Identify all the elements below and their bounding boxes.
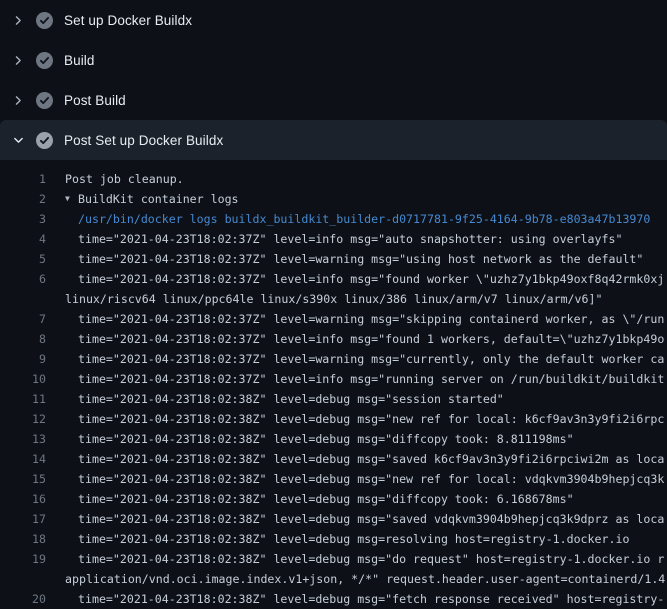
log-line-text: time="2021-04-23T18:02:37Z" level=info m… — [78, 269, 664, 289]
log-line: 13 time="2021-04-23T18:02:38Z" level=deb… — [0, 429, 667, 449]
log-line-number[interactable]: 18 — [0, 529, 46, 549]
log-line-text: time="2021-04-23T18:02:38Z" level=debug … — [78, 389, 504, 409]
log-line: 18 time="2021-04-23T18:02:38Z" level=deb… — [0, 529, 667, 549]
log-line: application/vnd.oci.image.index.v1+json,… — [0, 569, 667, 589]
step-label: Post Set up Docker Buildx — [64, 133, 223, 148]
log-line-number[interactable]: 7 — [0, 309, 46, 329]
log-line: 10 time="2021-04-23T18:02:37Z" level=inf… — [0, 369, 667, 389]
log-line-number[interactable] — [0, 289, 46, 309]
log-pane: 1 Post job cleanup. 2 ▼ BuildKit contain… — [0, 160, 667, 609]
log-line-text: BuildKit container logs — [78, 189, 239, 209]
log-line-number[interactable]: 10 — [0, 369, 46, 389]
chevron-down-icon — [12, 134, 25, 147]
log-line: 12 time="2021-04-23T18:02:38Z" level=deb… — [0, 409, 667, 429]
log-line-number[interactable]: 4 — [0, 229, 46, 249]
log-line-number[interactable]: 20 — [0, 589, 46, 609]
log-line-text: time="2021-04-23T18:02:37Z" level=info m… — [78, 229, 622, 249]
steps-list: Set up Docker Buildx Build Post Buil — [0, 0, 667, 160]
step-label: Post Build — [64, 93, 126, 108]
log-line-number[interactable]: 13 — [0, 429, 46, 449]
step-row-build[interactable]: Build — [0, 40, 667, 80]
check-circle-icon — [36, 132, 53, 149]
log-line: 14 time="2021-04-23T18:02:38Z" level=deb… — [0, 449, 667, 469]
log-line: 6 time="2021-04-23T18:02:37Z" level=info… — [0, 269, 667, 289]
log-line-number[interactable]: 11 — [0, 389, 46, 409]
chevron-right-icon — [12, 14, 25, 27]
log-line-text: time="2021-04-23T18:02:38Z" level=debug … — [78, 409, 664, 429]
log-line-number[interactable]: 1 — [0, 169, 46, 189]
log-line-number[interactable]: 19 — [0, 549, 46, 569]
log-line-text: time="2021-04-23T18:02:38Z" level=debug … — [78, 549, 664, 569]
log-line-text: time="2021-04-23T18:02:38Z" level=debug … — [78, 449, 664, 469]
log-line-text: time="2021-04-23T18:02:38Z" level=debug … — [78, 589, 664, 609]
log-line-number[interactable]: 16 — [0, 489, 46, 509]
log-line-text: time="2021-04-23T18:02:38Z" level=debug … — [78, 489, 574, 509]
log-line: 1 Post job cleanup. — [0, 169, 667, 189]
log-line-text: time="2021-04-23T18:02:37Z" level=info m… — [78, 369, 664, 389]
log-line: 17 time="2021-04-23T18:02:38Z" level=deb… — [0, 509, 667, 529]
log-line-number[interactable]: 9 — [0, 349, 46, 369]
log-line-text: linux/riscv64 linux/ppc64le linux/s390x … — [65, 289, 602, 309]
step-row-post-set-up-docker-buildx[interactable]: Post Set up Docker Buildx — [0, 120, 667, 160]
log-line-text: time="2021-04-23T18:02:37Z" level=info m… — [78, 329, 664, 349]
log-line-text: application/vnd.oci.image.index.v1+json,… — [65, 569, 665, 589]
step-row-set-up-docker-buildx[interactable]: Set up Docker Buildx — [0, 0, 667, 40]
check-circle-icon — [36, 52, 53, 69]
log-line: 15 time="2021-04-23T18:02:38Z" level=deb… — [0, 469, 667, 489]
log-line-number[interactable]: 6 — [0, 269, 46, 289]
log-line-text: time="2021-04-23T18:02:38Z" level=debug … — [78, 429, 574, 449]
log-line-text: time="2021-04-23T18:02:37Z" level=warnin… — [78, 349, 664, 369]
log-line-text: Post job cleanup. — [65, 169, 184, 189]
log-line-number[interactable]: 14 — [0, 449, 46, 469]
log-line: 2 ▼ BuildKit container logs — [0, 189, 667, 209]
log-line-number[interactable] — [0, 569, 46, 589]
log-line: 8 time="2021-04-23T18:02:37Z" level=info… — [0, 329, 667, 349]
step-label: Build — [64, 53, 95, 68]
log-line: 5 time="2021-04-23T18:02:37Z" level=warn… — [0, 249, 667, 269]
chevron-right-icon — [12, 54, 25, 67]
log-line-text: time="2021-04-23T18:02:38Z" level=debug … — [78, 509, 664, 529]
log-line-text: time="2021-04-23T18:02:38Z" level=debug … — [78, 529, 629, 549]
log-line-number[interactable]: 15 — [0, 469, 46, 489]
log-line-text: time="2021-04-23T18:02:37Z" level=warnin… — [78, 309, 664, 329]
step-label: Set up Docker Buildx — [64, 13, 192, 28]
log-line: 16 time="2021-04-23T18:02:38Z" level=deb… — [0, 489, 667, 509]
log-line-text: /usr/bin/docker logs buildx_buildkit_bui… — [78, 209, 650, 229]
log-line: 19 time="2021-04-23T18:02:38Z" level=deb… — [0, 549, 667, 569]
check-circle-icon — [36, 92, 53, 109]
log-line: 20 time="2021-04-23T18:02:38Z" level=deb… — [0, 589, 667, 609]
log-line: 11 time="2021-04-23T18:02:38Z" level=deb… — [0, 389, 667, 409]
log-line-number[interactable]: 3 — [0, 209, 46, 229]
chevron-right-icon — [12, 94, 25, 107]
log-line: 4 time="2021-04-23T18:02:37Z" level=info… — [0, 229, 667, 249]
log-line-number[interactable]: 12 — [0, 409, 46, 429]
log-line-text: time="2021-04-23T18:02:37Z" level=warnin… — [78, 249, 643, 269]
triangle-down-icon[interactable]: ▼ — [65, 189, 78, 209]
check-circle-icon — [36, 12, 53, 29]
log-line-number[interactable]: 17 — [0, 509, 46, 529]
log-line-number[interactable]: 5 — [0, 249, 46, 269]
log-line-text: time="2021-04-23T18:02:38Z" level=debug … — [78, 469, 664, 489]
log-line: 7 time="2021-04-23T18:02:37Z" level=warn… — [0, 309, 667, 329]
step-row-post-build[interactable]: Post Build — [0, 80, 667, 120]
log-line: linux/riscv64 linux/ppc64le linux/s390x … — [0, 289, 667, 309]
log-line: 9 time="2021-04-23T18:02:37Z" level=warn… — [0, 349, 667, 369]
log-line-number[interactable]: 2 — [0, 189, 46, 209]
log-line: 3 /usr/bin/docker logs buildx_buildkit_b… — [0, 209, 667, 229]
log-line-number[interactable]: 8 — [0, 329, 46, 349]
